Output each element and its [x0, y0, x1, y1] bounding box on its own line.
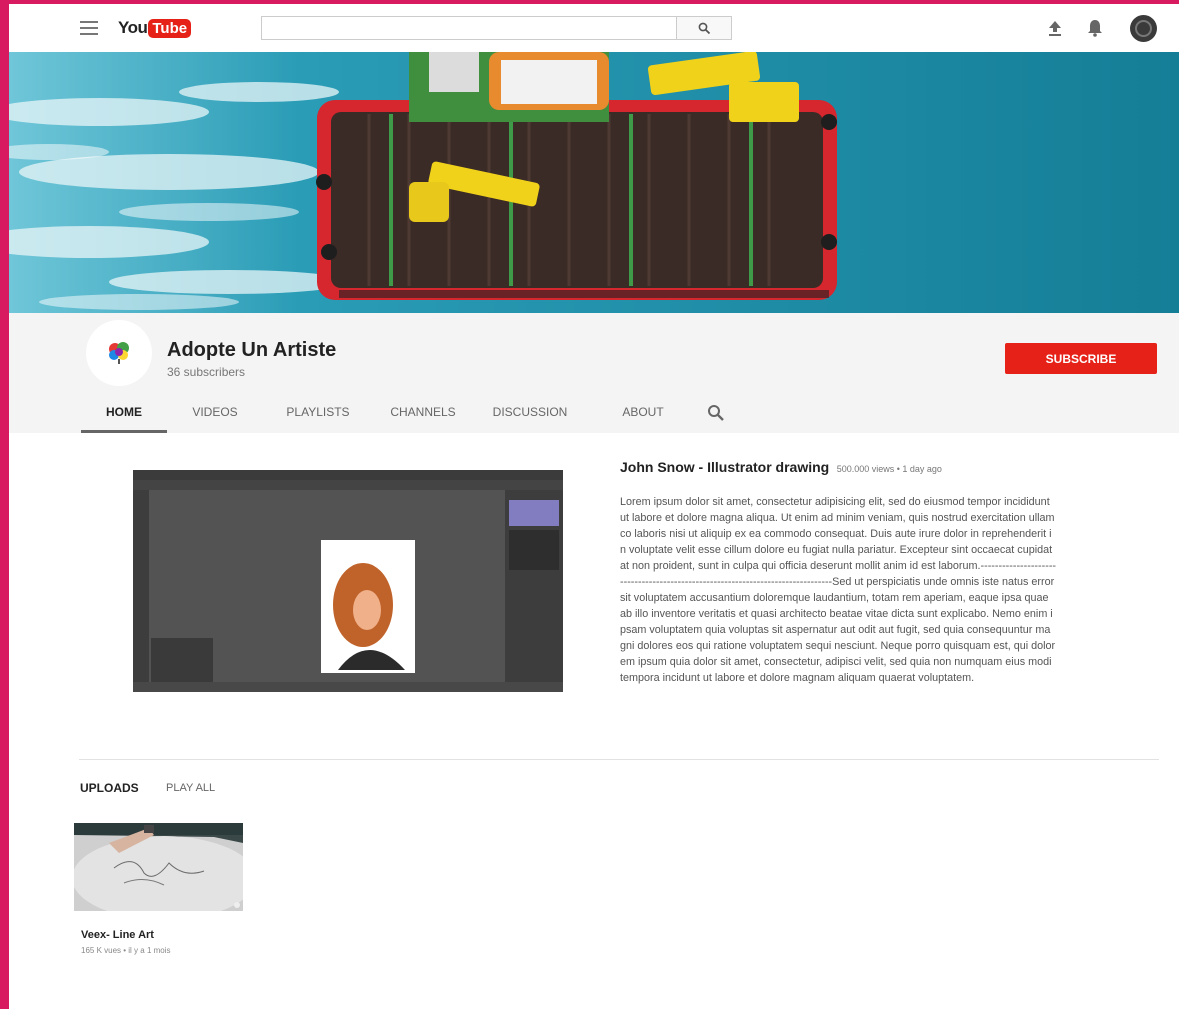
tab-discussion[interactable]: DISCUSSION [490, 395, 570, 431]
top-bar: You Tube [9, 4, 1179, 52]
search-icon [698, 22, 710, 34]
illustrator-screenshot-image [133, 470, 563, 692]
menu-icon[interactable] [80, 21, 98, 35]
section-divider [79, 759, 1159, 760]
featured-title-row: John Snow - Illustrator drawing 500.000 … [620, 459, 942, 477]
channel-avatar[interactable] [86, 320, 152, 386]
upload-video-title[interactable]: Veex- Line Art [81, 929, 154, 941]
featured-video-meta: 500.000 views • 1 day ago [836, 464, 942, 474]
upload-icon[interactable] [1046, 19, 1064, 37]
featured-video-thumbnail[interactable] [133, 470, 563, 692]
upload-video-meta: 165 K vues • il y a 1 mois [81, 946, 171, 955]
search-input[interactable] [261, 16, 677, 40]
bell-icon[interactable] [1086, 18, 1104, 38]
subscriber-count: 36 subscribers [167, 365, 246, 379]
tab-home[interactable]: HOME [81, 395, 167, 433]
featured-video-title[interactable]: John Snow - Illustrator drawing [620, 459, 829, 475]
logo-text-tube: Tube [148, 18, 192, 38]
window-frame-left [0, 0, 9, 1009]
brain-logo-icon [109, 342, 129, 364]
line-art-drawing-image [74, 823, 243, 911]
youtube-logo[interactable]: You Tube [118, 17, 192, 39]
logo-text-you: You [118, 18, 148, 37]
uploads-heading[interactable]: UPLOADS [80, 781, 139, 795]
subscribe-button[interactable]: SUBSCRIBE [1005, 343, 1157, 374]
account-avatar[interactable] [1130, 15, 1157, 42]
banner-boat-image [9, 52, 1179, 313]
tab-channels[interactable]: CHANNELS [386, 395, 460, 431]
channel-search-icon[interactable] [707, 404, 725, 422]
search-button[interactable] [677, 16, 732, 40]
play-all-button[interactable]: PLAY ALL [166, 782, 215, 794]
tab-videos[interactable]: VIDEOS [181, 395, 249, 431]
featured-video-description: Lorem ipsum dolor sit amet, consectetur … [620, 496, 1058, 684]
tab-playlists[interactable]: PLAYLISTS [281, 395, 355, 431]
tab-about[interactable]: ABOUT [611, 395, 675, 431]
channel-name: Adopte Un Artiste [167, 339, 337, 361]
channel-banner [9, 52, 1179, 313]
upload-video-thumbnail[interactable] [74, 823, 243, 911]
channel-header: Adopte Un Artiste 36 subscribers SUBSCRI… [9, 313, 1179, 433]
